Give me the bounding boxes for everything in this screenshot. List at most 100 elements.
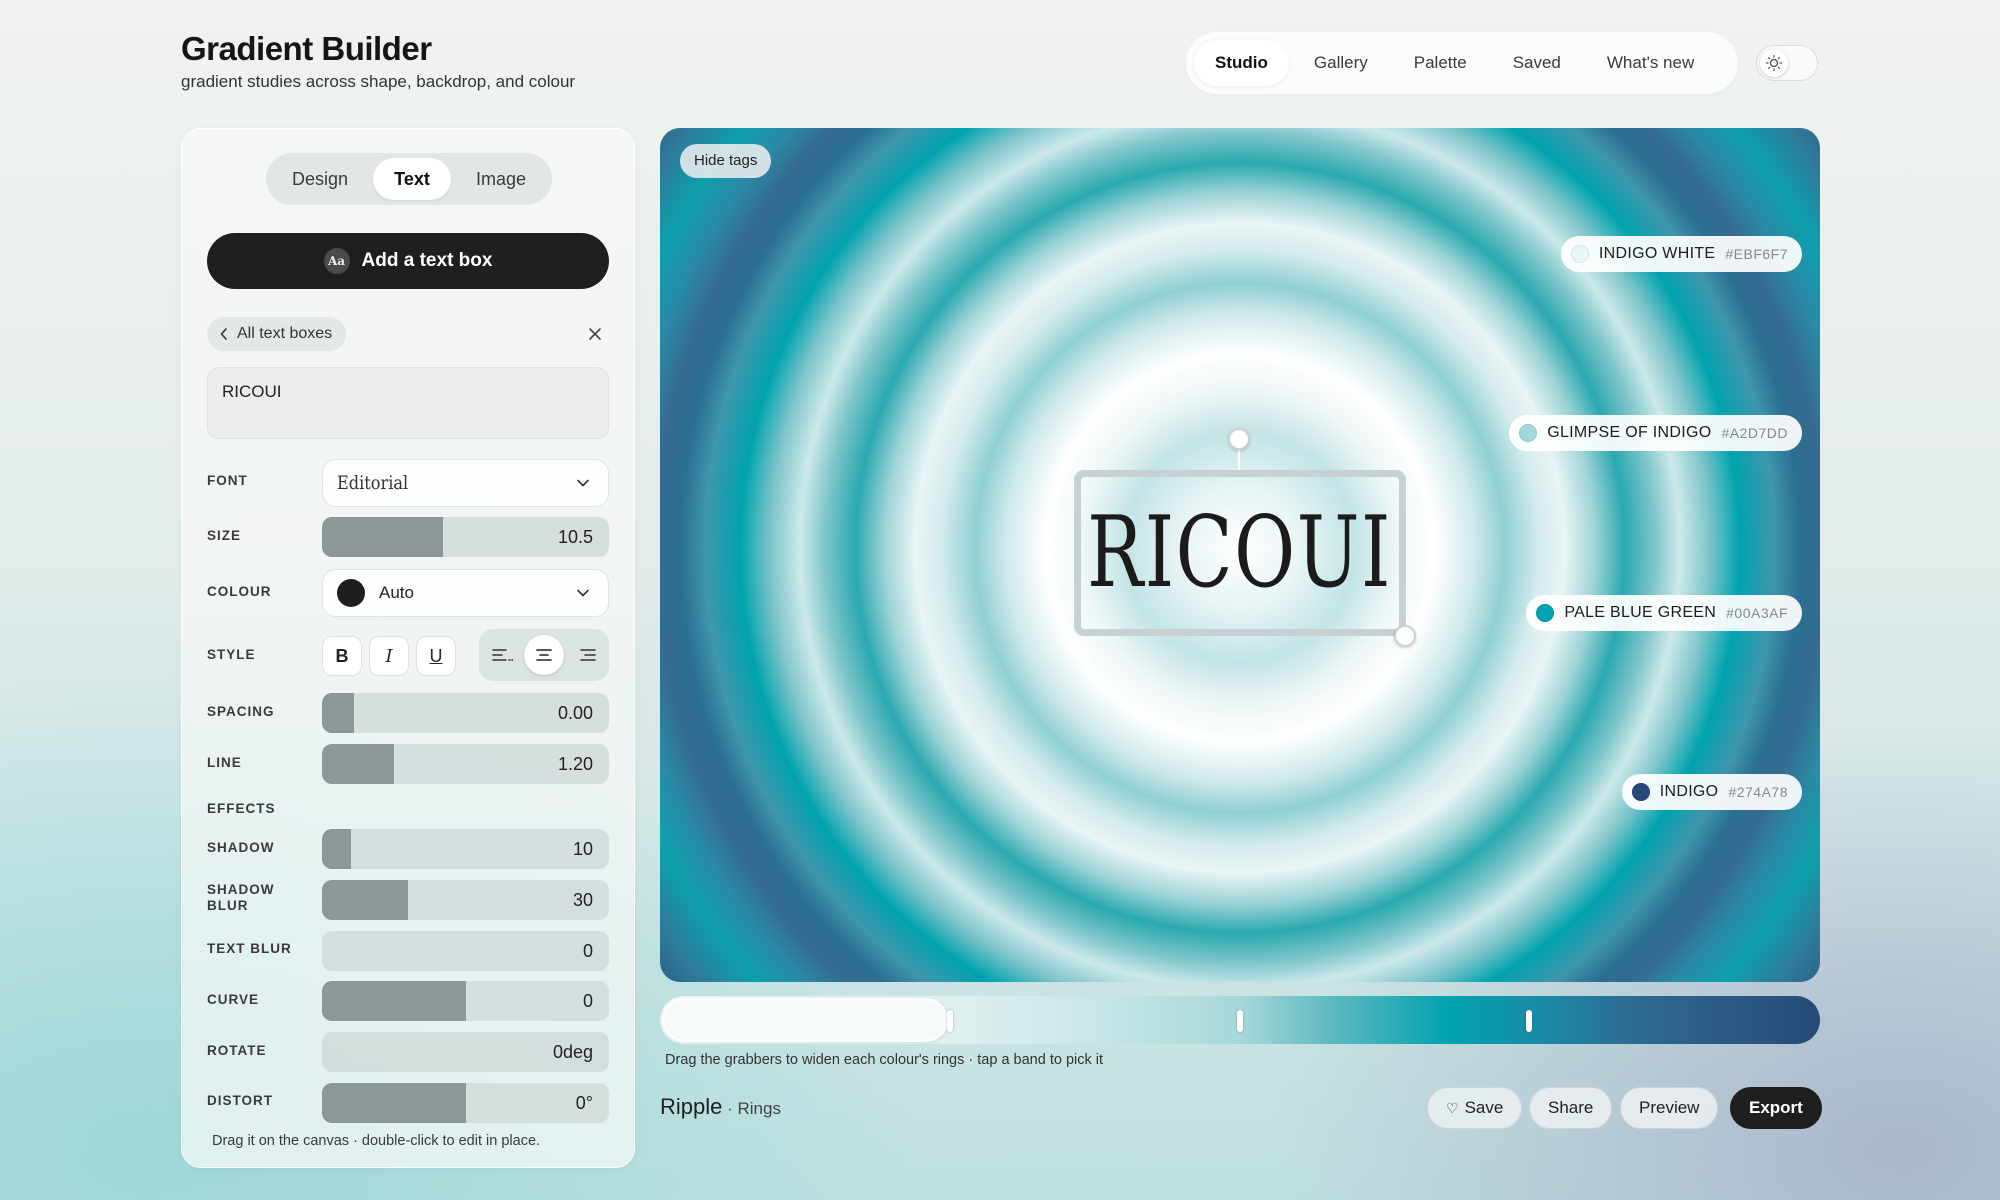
chevron-down-icon: [577, 589, 589, 597]
selected-band[interactable]: [662, 998, 948, 1042]
save-label: Save: [1464, 1098, 1504, 1117]
text-settings-panel: Design Text Image Aa Add a text box All …: [181, 128, 635, 1168]
chevron-down-icon: [577, 479, 589, 487]
alignment-group: [479, 629, 609, 681]
rotate-slider[interactable]: 0deg: [322, 1032, 609, 1072]
color-name: INDIGO WHITE: [1598, 245, 1716, 262]
color-dot: [1631, 783, 1650, 801]
bold-button[interactable]: B: [322, 636, 362, 676]
panel-hint: Drag it on the canvas · double-click to …: [212, 1133, 541, 1149]
export-button[interactable]: Export: [1730, 1087, 1822, 1129]
colour-select[interactable]: Auto: [322, 569, 609, 617]
close-icon[interactable]: [582, 321, 608, 347]
canvas-text-box[interactable]: RICOUI: [1074, 470, 1406, 636]
line-value: 1.20: [557, 754, 593, 774]
nav-tab-palette[interactable]: Palette: [1393, 40, 1488, 86]
theme-toggle[interactable]: [1756, 45, 1818, 81]
tab-image[interactable]: Image: [455, 158, 547, 200]
tab-design[interactable]: Design: [271, 158, 369, 200]
ring-band-strip[interactable]: [660, 996, 1820, 1044]
color-hex: #274A78: [1728, 784, 1788, 800]
main-nav: Studio Gallery Palette Saved What's new: [1186, 32, 1738, 94]
align-right-icon[interactable]: [567, 637, 605, 673]
heart-icon: ♡: [1446, 1099, 1459, 1116]
color-name: INDIGO: [1659, 783, 1719, 800]
spacing-value: 0.00: [557, 703, 593, 723]
preset-name: Ripple: [660, 1094, 723, 1119]
color-tag[interactable]: INDIGO #274A78: [1621, 774, 1802, 810]
distort-slider[interactable]: 0°: [322, 1083, 609, 1123]
color-tag[interactable]: GLIMPSE OF INDIGO #A2D7DD: [1509, 415, 1802, 451]
nav-tab-gallery[interactable]: Gallery: [1293, 40, 1389, 86]
rotate-value: 0deg: [552, 1042, 593, 1062]
band-grabber[interactable]: [947, 1010, 953, 1032]
size-label: SIZE: [207, 528, 242, 543]
preset-title: Ripple · Rings: [660, 1094, 781, 1120]
curve-slider-fill: [322, 981, 466, 1021]
add-text-box-button[interactable]: Aa Add a text box: [207, 233, 609, 289]
preset-separator: ·: [722, 1099, 738, 1118]
add-text-box-label: Add a text box: [361, 250, 493, 271]
color-tag[interactable]: INDIGO WHITE #EBF6F7: [1560, 236, 1802, 272]
share-button[interactable]: Share: [1529, 1087, 1613, 1129]
curve-slider[interactable]: 0: [322, 981, 609, 1021]
color-dot: [1570, 245, 1589, 263]
all-text-boxes-button[interactable]: All text boxes: [207, 317, 347, 351]
underline-button[interactable]: U: [416, 636, 456, 676]
line-height-slider[interactable]: 1.20: [322, 744, 609, 784]
curve-label: CURVE: [207, 992, 260, 1007]
line-slider-fill: [322, 744, 394, 784]
text-content-input[interactable]: RICOUI: [207, 367, 609, 439]
spacing-slider[interactable]: 0.00: [322, 693, 609, 733]
rotate-handle[interactable]: [1228, 428, 1250, 450]
panel-tabs: Design Text Image: [266, 153, 552, 205]
shadow-slider-fill: [322, 829, 351, 869]
distort-label: DISTORT: [207, 1093, 274, 1108]
nav-tab-saved[interactable]: Saved: [1492, 40, 1582, 86]
nav-tab-studio[interactable]: Studio: [1194, 40, 1289, 86]
rotate-label: ROTATE: [207, 1043, 267, 1058]
colour-value: Auto: [379, 583, 414, 602]
tab-text[interactable]: Text: [373, 158, 451, 200]
size-slider[interactable]: 10.5: [322, 517, 609, 557]
align-center-icon[interactable]: [524, 635, 564, 675]
color-tag[interactable]: PALE BLUE GREEN #00A3AF: [1526, 595, 1802, 631]
shadow-blur-value: 30: [572, 890, 593, 910]
band-grabber[interactable]: [1526, 1010, 1532, 1032]
align-left-icon[interactable]: [483, 637, 521, 673]
save-button[interactable]: ♡ Save: [1427, 1087, 1523, 1129]
colour-swatch: [337, 579, 365, 607]
spacing-label: SPACING: [207, 704, 275, 719]
resize-handle[interactable]: [1394, 625, 1416, 647]
band-grabber[interactable]: [1237, 1010, 1243, 1032]
chevron-left-icon: [220, 328, 227, 340]
color-name: GLIMPSE OF INDIGO: [1547, 424, 1712, 441]
font-select[interactable]: Editorial: [322, 459, 609, 507]
color-dot: [1519, 424, 1538, 442]
text-icon: Aa: [323, 248, 350, 274]
distort-value: 0°: [575, 1093, 593, 1113]
color-hex: #00A3AF: [1726, 605, 1788, 621]
gradient-canvas[interactable]: Hide tags INDIGO WHITE #EBF6F7 GLIMPSE O…: [660, 128, 1820, 982]
canvas-text: RICOUI: [1087, 496, 1393, 610]
spacing-slider-fill: [322, 693, 354, 733]
color-dot: [1536, 604, 1555, 622]
nav-tab-whats-new[interactable]: What's new: [1586, 40, 1715, 86]
text-blur-slider[interactable]: 0: [322, 931, 609, 971]
line-label: LINE: [207, 755, 242, 770]
shadow-blur-label: SHADOW BLUR: [207, 882, 275, 914]
shadow-blur-slider-fill: [322, 880, 409, 920]
hide-tags-button[interactable]: Hide tags: [680, 144, 772, 178]
preview-button[interactable]: Preview: [1620, 1087, 1719, 1129]
strip-hint: Drag the grabbers to widen each colour's…: [665, 1052, 1104, 1068]
distort-slider-fill: [322, 1083, 466, 1123]
text-blur-label: TEXT BLUR: [207, 941, 292, 956]
italic-button[interactable]: I: [369, 636, 409, 676]
app-title: Gradient Builder: [181, 30, 432, 67]
colour-label: COLOUR: [207, 584, 272, 599]
shadow-slider[interactable]: 10: [322, 829, 609, 869]
rotate-handle-stem: [1238, 450, 1240, 472]
shadow-blur-slider[interactable]: 30: [322, 880, 609, 920]
font-label: FONT: [207, 473, 248, 488]
all-text-boxes-label: All text boxes: [237, 325, 333, 342]
